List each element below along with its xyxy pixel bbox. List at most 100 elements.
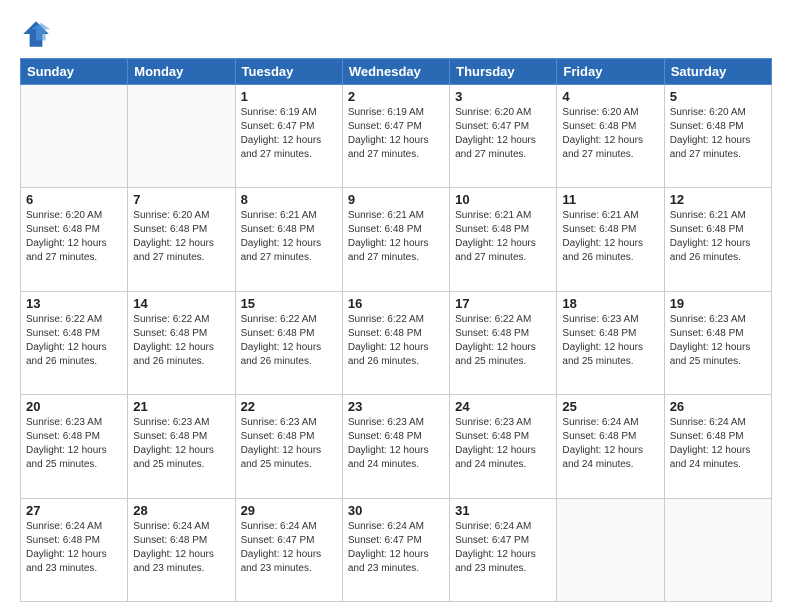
calendar-day (664, 498, 771, 601)
calendar-day: 6 Sunrise: 6:20 AMSunset: 6:48 PMDaylight… (21, 188, 128, 291)
calendar-day: 14 Sunrise: 6:22 AMSunset: 6:48 PMDayligh… (128, 291, 235, 394)
calendar-day: 28 Sunrise: 6:24 AMSunset: 6:48 PMDayligh… (128, 498, 235, 601)
day-number: 25 (562, 399, 658, 414)
day-info: Sunrise: 6:22 AMSunset: 6:48 PMDaylight:… (455, 313, 551, 369)
calendar-day: 29 Sunrise: 6:24 AMSunset: 6:47 PMDayligh… (235, 498, 342, 601)
day-info: Sunrise: 6:23 AMSunset: 6:48 PMDaylight:… (455, 416, 551, 472)
weekday-header-saturday: Saturday (664, 59, 771, 85)
day-number: 3 (455, 89, 551, 104)
calendar-day: 15 Sunrise: 6:22 AMSunset: 6:48 PMDayligh… (235, 291, 342, 394)
day-number: 9 (348, 192, 444, 207)
day-number: 11 (562, 192, 658, 207)
day-info: Sunrise: 6:24 AMSunset: 6:48 PMDaylight:… (26, 520, 122, 576)
day-number: 4 (562, 89, 658, 104)
day-info: Sunrise: 6:23 AMSunset: 6:48 PMDaylight:… (26, 416, 122, 472)
weekday-header-sunday: Sunday (21, 59, 128, 85)
day-info: Sunrise: 6:20 AMSunset: 6:48 PMDaylight:… (562, 106, 658, 162)
calendar-header: SundayMondayTuesdayWednesdayThursdayFrid… (21, 59, 772, 85)
calendar-week-3: 13 Sunrise: 6:22 AMSunset: 6:48 PMDayligh… (21, 291, 772, 394)
header (20, 18, 772, 50)
day-number: 2 (348, 89, 444, 104)
day-info: Sunrise: 6:22 AMSunset: 6:48 PMDaylight:… (348, 313, 444, 369)
calendar-day: 16 Sunrise: 6:22 AMSunset: 6:48 PMDayligh… (342, 291, 449, 394)
day-info: Sunrise: 6:21 AMSunset: 6:48 PMDaylight:… (562, 209, 658, 265)
calendar-day: 13 Sunrise: 6:22 AMSunset: 6:48 PMDayligh… (21, 291, 128, 394)
day-number: 14 (133, 296, 229, 311)
calendar-day: 10 Sunrise: 6:21 AMSunset: 6:48 PMDayligh… (450, 188, 557, 291)
day-number: 28 (133, 503, 229, 518)
day-info: Sunrise: 6:23 AMSunset: 6:48 PMDaylight:… (348, 416, 444, 472)
calendar-day: 18 Sunrise: 6:23 AMSunset: 6:48 PMDayligh… (557, 291, 664, 394)
day-number: 17 (455, 296, 551, 311)
day-number: 26 (670, 399, 766, 414)
day-info: Sunrise: 6:22 AMSunset: 6:48 PMDaylight:… (26, 313, 122, 369)
calendar-day: 2Sunrise: 6:19 AMSunset: 6:47 PMDaylight… (342, 85, 449, 188)
weekday-header-monday: Monday (128, 59, 235, 85)
day-info: Sunrise: 6:22 AMSunset: 6:48 PMDaylight:… (241, 313, 337, 369)
day-info: Sunrise: 6:22 AMSunset: 6:48 PMDaylight:… (133, 313, 229, 369)
day-number: 18 (562, 296, 658, 311)
calendar-day: 9 Sunrise: 6:21 AMSunset: 6:48 PMDaylight… (342, 188, 449, 291)
calendar-day: 5 Sunrise: 6:20 AMSunset: 6:48 PMDaylight… (664, 85, 771, 188)
day-info: Sunrise: 6:21 AMSunset: 6:48 PMDaylight:… (670, 209, 766, 265)
calendar-body: 1Sunrise: 6:19 AMSunset: 6:47 PMDaylight… (21, 85, 772, 602)
calendar-day: 26 Sunrise: 6:24 AMSunset: 6:48 PMDayligh… (664, 395, 771, 498)
calendar-day: 27 Sunrise: 6:24 AMSunset: 6:48 PMDayligh… (21, 498, 128, 601)
calendar-day: 7Sunrise: 6:20 AMSunset: 6:48 PMDaylight… (128, 188, 235, 291)
weekday-header-friday: Friday (557, 59, 664, 85)
day-number: 6 (26, 192, 122, 207)
day-number: 20 (26, 399, 122, 414)
day-number: 5 (670, 89, 766, 104)
day-number: 22 (241, 399, 337, 414)
day-number: 23 (348, 399, 444, 414)
day-info: Sunrise: 6:19 AMSunset: 6:47 PMDaylight:… (241, 106, 337, 162)
day-number: 19 (670, 296, 766, 311)
calendar-day: 25 Sunrise: 6:24 AMSunset: 6:48 PMDayligh… (557, 395, 664, 498)
day-info: Sunrise: 6:20 AMSunset: 6:48 PMDaylight:… (670, 106, 766, 162)
day-number: 31 (455, 503, 551, 518)
day-info: Sunrise: 6:23 AMSunset: 6:48 PMDaylight:… (562, 313, 658, 369)
day-number: 15 (241, 296, 337, 311)
calendar-week-4: 20 Sunrise: 6:23 AMSunset: 6:48 PMDayligh… (21, 395, 772, 498)
logo (20, 18, 56, 50)
day-number: 12 (670, 192, 766, 207)
day-info: Sunrise: 6:20 AMSunset: 6:48 PMDaylight:… (26, 209, 122, 265)
day-info: Sunrise: 6:21 AMSunset: 6:48 PMDaylight:… (241, 209, 337, 265)
day-info: Sunrise: 6:23 AMSunset: 6:48 PMDaylight:… (133, 416, 229, 472)
calendar-week-5: 27 Sunrise: 6:24 AMSunset: 6:48 PMDayligh… (21, 498, 772, 601)
weekday-header-wednesday: Wednesday (342, 59, 449, 85)
day-info: Sunrise: 6:24 AMSunset: 6:48 PMDaylight:… (133, 520, 229, 576)
day-info: Sunrise: 6:24 AMSunset: 6:48 PMDaylight:… (562, 416, 658, 472)
day-info: Sunrise: 6:21 AMSunset: 6:48 PMDaylight:… (348, 209, 444, 265)
weekday-header-row: SundayMondayTuesdayWednesdayThursdayFrid… (21, 59, 772, 85)
calendar-day: 4 Sunrise: 6:20 AMSunset: 6:48 PMDaylight… (557, 85, 664, 188)
calendar-day: 1Sunrise: 6:19 AMSunset: 6:47 PMDaylight… (235, 85, 342, 188)
calendar-week-1: 1Sunrise: 6:19 AMSunset: 6:47 PMDaylight… (21, 85, 772, 188)
calendar-day: 11 Sunrise: 6:21 AMSunset: 6:48 PMDayligh… (557, 188, 664, 291)
calendar-day: 21 Sunrise: 6:23 AMSunset: 6:48 PMDayligh… (128, 395, 235, 498)
calendar-day: 20 Sunrise: 6:23 AMSunset: 6:48 PMDayligh… (21, 395, 128, 498)
day-info: Sunrise: 6:21 AMSunset: 6:48 PMDaylight:… (455, 209, 551, 265)
calendar-day: 31Sunrise: 6:24 AMSunset: 6:47 PMDayligh… (450, 498, 557, 601)
calendar-day: 24Sunrise: 6:23 AMSunset: 6:48 PMDayligh… (450, 395, 557, 498)
day-info: Sunrise: 6:23 AMSunset: 6:48 PMDaylight:… (670, 313, 766, 369)
day-number: 16 (348, 296, 444, 311)
day-number: 21 (133, 399, 229, 414)
day-number: 27 (26, 503, 122, 518)
calendar-day (557, 498, 664, 601)
day-number: 29 (241, 503, 337, 518)
weekday-header-thursday: Thursday (450, 59, 557, 85)
day-number: 13 (26, 296, 122, 311)
calendar-day: 23 Sunrise: 6:23 AMSunset: 6:48 PMDayligh… (342, 395, 449, 498)
day-info: Sunrise: 6:20 AMSunset: 6:47 PMDaylight:… (455, 106, 551, 162)
calendar-day (128, 85, 235, 188)
day-number: 10 (455, 192, 551, 207)
day-number: 8 (241, 192, 337, 207)
day-number: 7 (133, 192, 229, 207)
day-info: Sunrise: 6:24 AMSunset: 6:47 PMDaylight:… (241, 520, 337, 576)
calendar-day: 30Sunrise: 6:24 AMSunset: 6:47 PMDayligh… (342, 498, 449, 601)
calendar-day: 22Sunrise: 6:23 AMSunset: 6:48 PMDayligh… (235, 395, 342, 498)
day-info: Sunrise: 6:24 AMSunset: 6:48 PMDaylight:… (670, 416, 766, 472)
calendar-day: 17 Sunrise: 6:22 AMSunset: 6:48 PMDayligh… (450, 291, 557, 394)
day-number: 30 (348, 503, 444, 518)
